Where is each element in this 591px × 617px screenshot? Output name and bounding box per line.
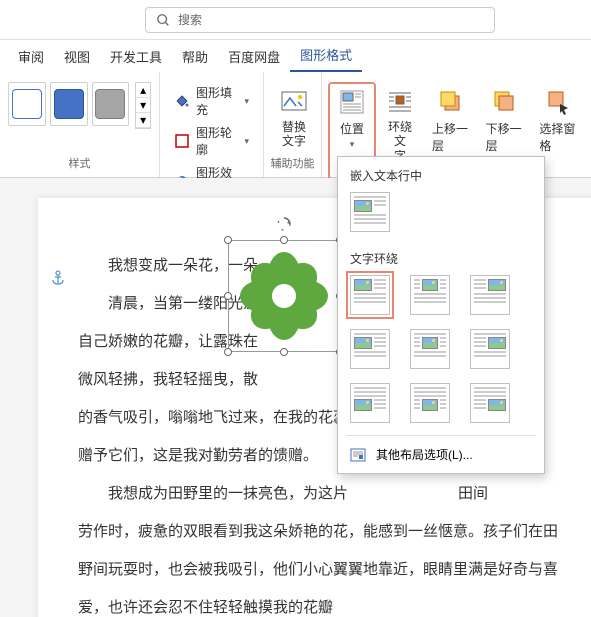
search-input[interactable]: 搜索	[145, 7, 495, 33]
resize-handle-t[interactable]	[280, 236, 288, 244]
tab-developer[interactable]: 开发工具	[100, 41, 172, 72]
more-layout-options[interactable]: 其他布局选项(L)...	[338, 440, 544, 469]
pos-mid-center[interactable]	[410, 329, 450, 369]
shape-outline-button[interactable]: 图形轮廓 ▾	[170, 122, 253, 160]
pos-top-right[interactable]	[470, 275, 510, 315]
layout-dialog-icon	[350, 447, 366, 463]
gallery-more-button[interactable]: ▴ ▾ ▾	[135, 82, 151, 129]
flower-shape-icon	[234, 246, 334, 346]
pos-mid-left[interactable]	[350, 329, 390, 369]
wrap-text-icon	[386, 88, 414, 116]
pos-bot-right[interactable]	[470, 383, 510, 423]
selected-shape[interactable]	[228, 240, 340, 352]
position-icon	[338, 88, 366, 116]
pos-inline[interactable]	[350, 192, 390, 232]
send-backward-icon	[491, 88, 519, 116]
pos-mid-right[interactable]	[470, 329, 510, 369]
group-label-accessibility: 辅助功能	[270, 153, 315, 173]
shape-style-gallery: ▴ ▾ ▾	[6, 76, 153, 135]
separator	[346, 435, 536, 436]
search-placeholder: 搜索	[178, 11, 202, 28]
tab-view[interactable]: 视图	[54, 41, 100, 72]
outline-icon	[174, 133, 190, 149]
tab-baidu[interactable]: 百度网盘	[218, 41, 290, 72]
dd-section-wrap: 文字环绕	[338, 240, 544, 275]
pos-bot-left[interactable]	[350, 383, 390, 423]
group-accessibility: 替换 文字 辅助功能	[264, 72, 322, 177]
title-bar: 搜索	[0, 0, 591, 40]
tab-shape-format[interactable]: 图形格式	[290, 39, 362, 72]
bring-forward-icon	[437, 88, 465, 116]
resize-handle-l[interactable]	[224, 292, 232, 300]
pos-top-center[interactable]	[410, 275, 450, 315]
group-shape-styles: ▴ ▾ ▾ 样式	[0, 72, 160, 177]
shape-style-1[interactable]	[8, 82, 46, 126]
search-icon	[156, 13, 170, 27]
chevron-down-icon: ▾	[136, 98, 150, 113]
paint-bucket-icon	[174, 93, 190, 109]
pos-top-left[interactable]	[350, 275, 390, 315]
resize-handle-b[interactable]	[280, 348, 288, 356]
shape-style-2[interactable]	[50, 82, 88, 126]
position-dropdown: 嵌入文本行中 文字环绕	[337, 156, 545, 474]
group-label-styles: 样式	[6, 153, 153, 173]
chevron-up-icon: ▴	[136, 83, 150, 98]
more-icon: ▾	[136, 113, 150, 128]
alt-text-icon	[280, 88, 308, 116]
shape-fill-button[interactable]: 图形填充 ▾	[170, 82, 253, 120]
chevron-down-icon: ▾	[244, 96, 249, 107]
resize-handle-tl[interactable]	[224, 236, 232, 244]
tab-help[interactable]: 帮助	[172, 41, 218, 72]
chevron-down-icon: ▾	[350, 139, 355, 150]
alt-text-button[interactable]: 替换 文字	[270, 82, 318, 153]
shape-style-3[interactable]	[92, 82, 130, 126]
tab-review[interactable]: 审阅	[8, 41, 54, 72]
rotate-handle[interactable]	[276, 216, 292, 232]
group-shape-format: 图形填充 ▾ 图形轮廓 ▾ 图形效果 ▾	[160, 72, 264, 177]
resize-handle-bl[interactable]	[224, 348, 232, 356]
ribbon-tabs: 审阅 视图 开发工具 帮助 百度网盘 图形格式	[0, 40, 591, 72]
dd-section-inline: 嵌入文本行中	[338, 157, 544, 192]
pos-bot-center[interactable]	[410, 383, 450, 423]
selection-pane-icon	[544, 88, 572, 116]
chevron-down-icon: ▾	[244, 136, 249, 147]
anchor-icon	[50, 270, 66, 286]
